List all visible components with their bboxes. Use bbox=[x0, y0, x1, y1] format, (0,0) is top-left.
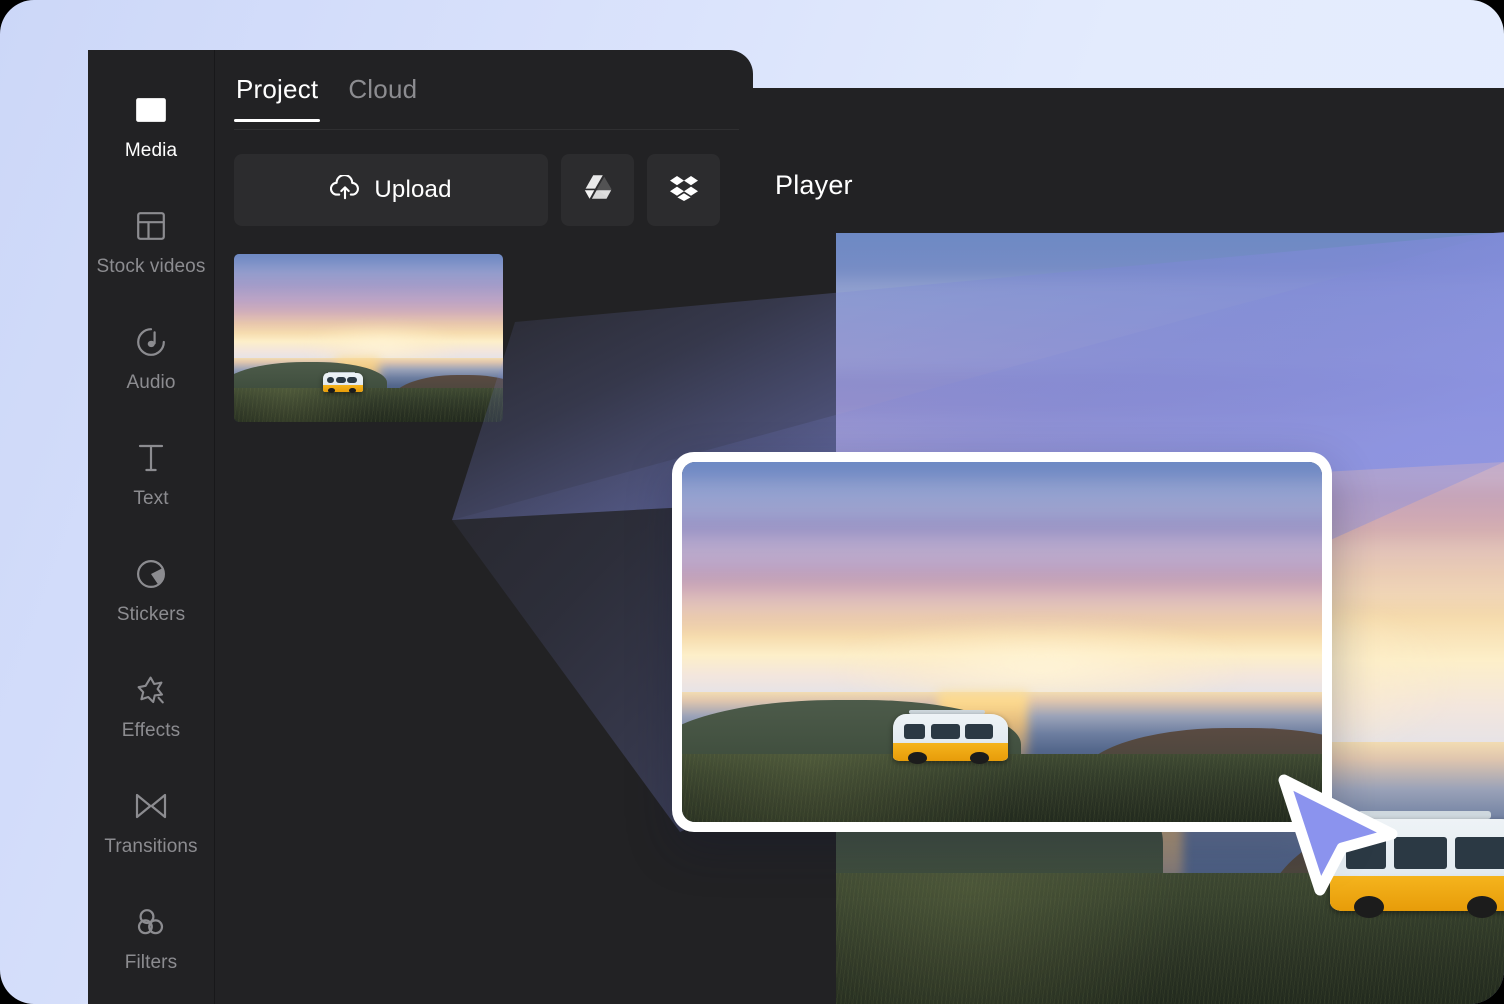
upload-toolbar: Upload bbox=[234, 154, 720, 226]
filters-icon bbox=[134, 905, 168, 939]
audio-icon bbox=[134, 325, 168, 359]
dragged-media-card-preview bbox=[682, 462, 1322, 822]
effects-icon bbox=[134, 673, 168, 707]
cloud-upload-icon bbox=[330, 174, 360, 205]
sidebar-item-transitions[interactable]: Transitions bbox=[88, 779, 215, 895]
sidebar-item-label: Stickers bbox=[116, 604, 186, 625]
sidebar-nav: Media Stock videos Audio Text Stickers E… bbox=[88, 50, 215, 1004]
sidebar-item-media[interactable]: Media bbox=[88, 83, 215, 199]
sidebar-item-stock-videos[interactable]: Stock videos bbox=[88, 199, 215, 315]
sidebar-item-audio[interactable]: Audio bbox=[88, 315, 215, 431]
thumbnail-preview-art bbox=[234, 254, 503, 422]
sidebar-item-label: Text bbox=[133, 488, 169, 509]
sidebar-item-label: Transitions bbox=[104, 836, 198, 857]
tab-cloud[interactable]: Cloud bbox=[346, 65, 419, 121]
sidebar-item-label: Audio bbox=[126, 372, 176, 393]
sidebar-item-label: Stock videos bbox=[96, 256, 206, 277]
sidebar-item-label: Filters bbox=[124, 952, 178, 973]
dragged-card-art bbox=[682, 462, 1322, 822]
dropbox-button[interactable] bbox=[647, 154, 720, 226]
page-canvas: Media Stock videos Audio Text Stickers E… bbox=[0, 0, 1504, 1004]
sidebar-item-effects[interactable]: Effects bbox=[88, 663, 215, 779]
tab-project[interactable]: Project bbox=[234, 65, 321, 122]
google-drive-button[interactable] bbox=[561, 154, 634, 226]
stickers-icon bbox=[134, 557, 168, 591]
media-tabs: Project Cloud bbox=[234, 65, 739, 130]
google-drive-icon bbox=[583, 174, 613, 206]
upload-button[interactable]: Upload bbox=[234, 154, 548, 226]
stock-videos-icon bbox=[134, 209, 168, 243]
sidebar-item-label: Effects bbox=[121, 720, 181, 741]
sidebar-item-filters[interactable]: Filters bbox=[88, 895, 215, 1004]
sidebar-item-text[interactable]: Text bbox=[88, 431, 215, 547]
transitions-icon bbox=[134, 789, 168, 823]
sidebar-item-label: Media bbox=[124, 140, 178, 161]
media-icon bbox=[134, 93, 168, 127]
upload-button-label: Upload bbox=[374, 176, 452, 203]
dropbox-icon bbox=[669, 175, 699, 206]
text-icon bbox=[134, 441, 168, 475]
player-title: Player bbox=[775, 170, 853, 200]
sidebar-item-stickers[interactable]: Stickers bbox=[88, 547, 215, 663]
media-thumbnail-item[interactable] bbox=[234, 254, 503, 422]
dragged-media-card[interactable]: Sunset coastal landscape with yellow cam… bbox=[672, 452, 1332, 832]
